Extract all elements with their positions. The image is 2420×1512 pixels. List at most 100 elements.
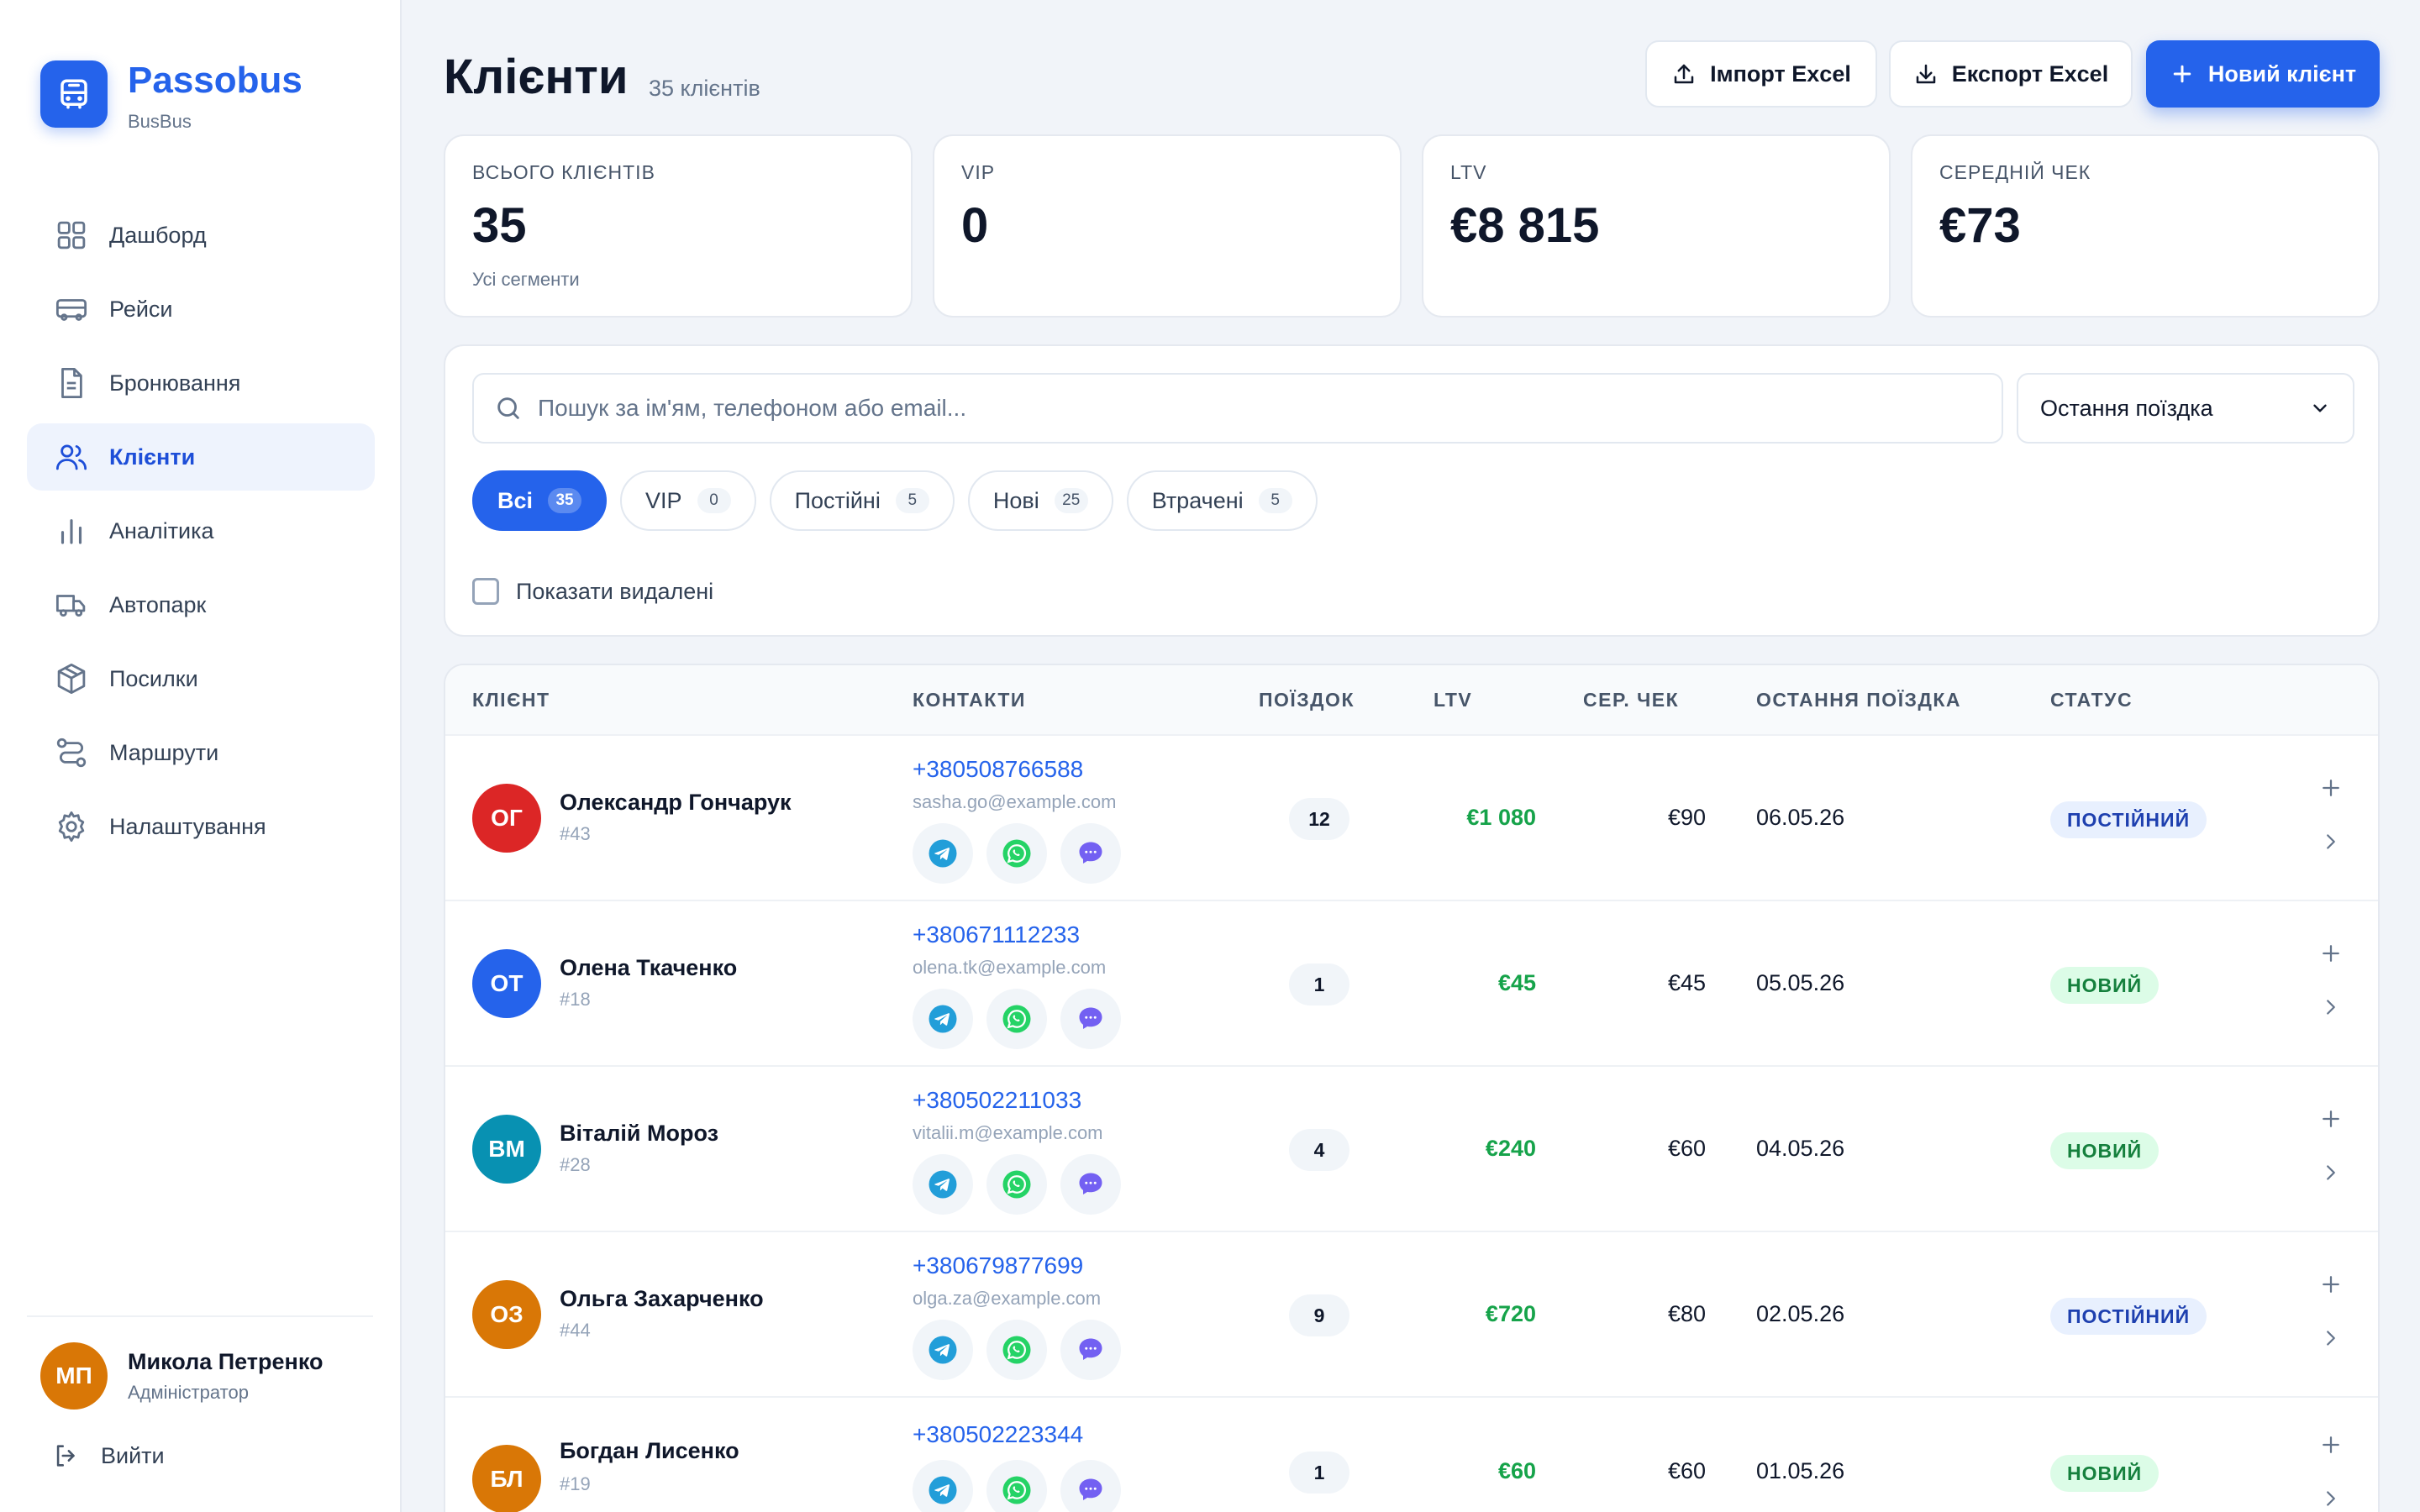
table-row[interactable]: БЛ Богдан Лисенко #19 +380502223344 1 €60 €60 0…: [445, 1398, 2378, 1512]
whatsapp-icon[interactable]: [986, 989, 1047, 1049]
client-phone[interactable]: +380508766588: [913, 756, 1083, 783]
viber-icon[interactable]: [1060, 1460, 1121, 1512]
segment-pill-regular[interactable]: Постійні 5: [769, 470, 955, 531]
main-nav: Дашборд Рейси Бронювання Клієнти Аналіти…: [27, 202, 375, 867]
package-icon: [54, 661, 89, 696]
plus-icon[interactable]: [2314, 937, 2348, 970]
telegram-icon[interactable]: [913, 1460, 973, 1512]
brand-subtitle: BusBus: [128, 111, 192, 132]
client-email[interactable]: vitalii.m@example.com: [913, 1122, 1103, 1144]
chevron-right-icon[interactable]: [2314, 1156, 2348, 1189]
sort-value: Остання поїздка: [2040, 395, 2213, 421]
table-row[interactable]: ОГ Олександр Гончарук #43 +380508766588 sash…: [445, 736, 2378, 901]
download-icon: [1916, 64, 1936, 84]
col-ltv[interactable]: LTV: [1434, 689, 1472, 711]
telegram-icon[interactable]: [913, 989, 973, 1049]
whatsapp-icon[interactable]: [986, 1460, 1047, 1512]
search-box[interactable]: [472, 373, 2003, 444]
plus-icon: [2173, 65, 2191, 83]
nav-item-fleet[interactable]: Автопарк: [27, 571, 375, 638]
client-phone[interactable]: +380502223344: [913, 1421, 1083, 1448]
viber-icon[interactable]: [1060, 823, 1121, 884]
search-input[interactable]: [538, 395, 1966, 422]
brand[interactable]: Passobus BusBus: [40, 60, 302, 133]
export-excel-button[interactable]: Експорт Excel: [1889, 40, 2133, 108]
whatsapp-icon[interactable]: [986, 1320, 1047, 1380]
stats-row: ВСЬОГО КЛІЄНТІВ 35 Усі сегменти VIP 0 LT…: [444, 134, 2380, 318]
logout-icon: [56, 1445, 75, 1467]
segment-pill-lost[interactable]: Втрачені 5: [1126, 470, 1318, 531]
col-contacts[interactable]: КОНТАКТИ: [913, 689, 1026, 711]
viber-icon[interactable]: [1060, 989, 1121, 1049]
last-trip-date: 01.05.26: [1756, 1458, 1845, 1483]
nav-item-routes[interactable]: Маршрути: [27, 719, 375, 786]
table-row[interactable]: ВМ Віталій Мороз #28 +380502211033 vitalii.m…: [445, 1067, 2378, 1232]
client-email[interactable]: olena.tk@example.com: [913, 957, 1106, 979]
whatsapp-icon[interactable]: [986, 823, 1047, 884]
whatsapp-icon[interactable]: [986, 1154, 1047, 1215]
stat-value: €8 815: [1450, 198, 1600, 253]
logout-button[interactable]: Вийти: [52, 1441, 165, 1470]
user-profile[interactable]: МП Микола Петренко Адміністратор: [40, 1342, 324, 1410]
nav-item-bookings[interactable]: Бронювання: [27, 349, 375, 417]
chevron-right-icon[interactable]: [2314, 990, 2348, 1024]
chevron-right-icon[interactable]: [2314, 825, 2348, 858]
show-deleted-checkbox[interactable]: [472, 578, 499, 605]
status-badge: ПОСТІЙНИЙ: [2050, 801, 2207, 838]
client-name[interactable]: Олена Ткаченко: [560, 955, 737, 981]
nav-item-analytics[interactable]: Аналітика: [27, 497, 375, 564]
telegram-icon[interactable]: [913, 1320, 973, 1380]
pill-label: Втрачені: [1151, 487, 1244, 513]
trip-count: 4: [1289, 1129, 1349, 1171]
document-icon: [54, 365, 89, 401]
import-excel-button[interactable]: Імпорт Excel: [1645, 40, 1877, 108]
client-name[interactable]: Олександр Гончарук: [560, 790, 792, 816]
plus-icon[interactable]: [2314, 1268, 2348, 1301]
col-avg-check[interactable]: СЕР. ЧЕК: [1583, 689, 1679, 711]
table-row[interactable]: ОТ Олена Ткаченко #18 +380671112233 olena.tk…: [445, 901, 2378, 1067]
nav-item-dashboard[interactable]: Дашборд: [27, 202, 375, 269]
viber-icon[interactable]: [1060, 1154, 1121, 1215]
filter-panel: Остання поїздка Всі 35 VIP 0 Постійні 5 …: [444, 344, 2380, 637]
segment-pill-new[interactable]: Нові 25: [967, 470, 1113, 531]
sort-select[interactable]: Остання поїздка: [2017, 373, 2354, 444]
col-client[interactable]: КЛІЄНТ: [472, 689, 550, 711]
show-deleted-toggle[interactable]: Показати видалені: [472, 578, 713, 605]
client-ltv: €1 080: [1466, 805, 1536, 830]
plus-icon[interactable]: [2314, 1102, 2348, 1136]
chevron-right-icon[interactable]: [2314, 1321, 2348, 1355]
user-name: Микола Петренко: [128, 1348, 324, 1374]
viber-icon[interactable]: [1060, 1320, 1121, 1380]
nav-item-settings[interactable]: Налаштування: [27, 793, 375, 860]
client-avg-check: €60: [1667, 1136, 1706, 1161]
client-name[interactable]: Ольга Захарченко: [560, 1286, 764, 1312]
table-row[interactable]: ОЗ Ольга Захарченко #44 +380679877699 olga.z…: [445, 1232, 2378, 1398]
telegram-icon[interactable]: [913, 1154, 973, 1215]
new-client-button[interactable]: Новий клієнт: [2146, 40, 2380, 108]
client-email[interactable]: sasha.go@example.com: [913, 791, 1116, 813]
col-last-trip[interactable]: ОСТАННЯ ПОЇЗДКА: [1756, 689, 1961, 711]
segment-pill-all[interactable]: Всі 35: [472, 470, 608, 531]
status-badge: НОВИЙ: [2050, 967, 2160, 1004]
chevron-right-icon[interactable]: [2314, 1482, 2348, 1512]
col-trips[interactable]: ПОЇЗДОК: [1259, 689, 1355, 711]
nav-item-parcels[interactable]: Посилки: [27, 645, 375, 712]
nav-item-clients[interactable]: Клієнти: [27, 423, 375, 491]
client-name[interactable]: Богдан Лисенко: [560, 1438, 739, 1464]
col-status[interactable]: СТАТУС: [2050, 689, 2133, 711]
plus-icon[interactable]: [2314, 771, 2348, 805]
last-trip-date: 02.05.26: [1756, 1301, 1845, 1326]
client-avg-check: €80: [1667, 1301, 1706, 1326]
show-deleted-label: Показати видалені: [516, 578, 714, 604]
plus-icon[interactable]: [2314, 1428, 2348, 1462]
client-name[interactable]: Віталій Мороз: [560, 1121, 718, 1147]
nav-item-trips[interactable]: Рейси: [27, 276, 375, 343]
client-phone[interactable]: +380679877699: [913, 1252, 1083, 1279]
upload-icon: [1674, 64, 1694, 84]
client-phone[interactable]: +380671112233: [913, 921, 1080, 948]
telegram-icon[interactable]: [913, 823, 973, 884]
client-email[interactable]: olga.za@example.com: [913, 1288, 1101, 1310]
avatar: ВМ: [472, 1115, 541, 1184]
client-phone[interactable]: +380502211033: [913, 1087, 1081, 1114]
segment-pill-vip[interactable]: VIP 0: [620, 470, 756, 531]
